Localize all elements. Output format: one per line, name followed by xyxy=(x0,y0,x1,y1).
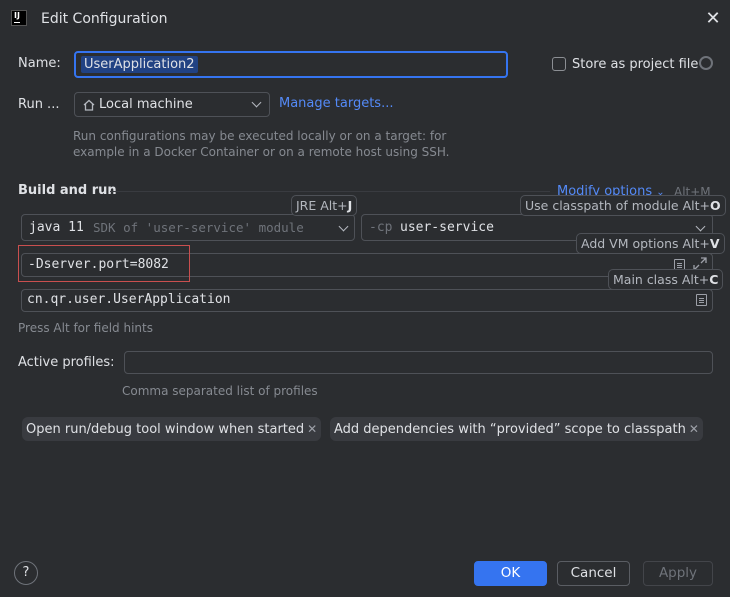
name-input[interactable]: UserApplication2 xyxy=(74,51,508,78)
jre-value: java 11 xyxy=(29,220,84,235)
close-icon[interactable]: ✕ xyxy=(703,9,723,29)
help-button[interactable]: ? xyxy=(14,561,38,585)
browse-class-icon[interactable] xyxy=(696,294,707,306)
option-chip[interactable]: Open run/debug tool window when started ✕ xyxy=(22,417,322,441)
run-on-label: Run ... xyxy=(18,97,60,112)
active-profiles-label: Active profiles: xyxy=(18,355,115,370)
field-hint: Press Alt for field hints xyxy=(18,321,153,335)
ok-button[interactable]: OK xyxy=(474,561,547,586)
active-profiles-input[interactable] xyxy=(124,351,713,374)
jre-sub: SDK of 'user-service' module xyxy=(93,220,304,235)
chevron-down-icon xyxy=(338,221,349,232)
section-divider xyxy=(110,191,550,192)
dialog-title: Edit Configuration xyxy=(41,11,168,27)
run-on-hint-line1: Run configurations may be executed local… xyxy=(73,129,447,143)
active-profiles-hint: Comma separated list of profiles xyxy=(122,384,318,398)
title-bar: IJ Edit Configuration ✕ xyxy=(0,0,730,40)
classpath-prefix: -cp xyxy=(369,220,393,235)
highlight-box xyxy=(18,245,190,282)
remove-chip-icon[interactable]: ✕ xyxy=(307,422,317,436)
chevron-down-icon xyxy=(251,97,262,108)
gear-icon[interactable] xyxy=(699,56,713,70)
store-project-checkbox[interactable] xyxy=(552,57,566,71)
chevron-down-icon xyxy=(695,221,706,232)
build-run-heading: Build and run xyxy=(18,183,117,198)
jre-tooltip: JRE Alt+J xyxy=(291,195,358,216)
main-class-tooltip: Main class Alt+C xyxy=(608,269,724,290)
intellij-app-icon: IJ xyxy=(11,10,27,26)
run-target-value: Local machine xyxy=(99,97,193,112)
apply-button[interactable]: Apply xyxy=(643,561,713,586)
home-icon xyxy=(83,99,95,111)
name-label: Name: xyxy=(18,56,61,71)
main-class-value: cn.qr.user.UserApplication xyxy=(27,292,231,307)
run-target-dropdown[interactable]: Local machine xyxy=(74,92,270,117)
vm-options-tooltip: Add VM options Alt+V xyxy=(576,233,725,254)
main-class-input[interactable]: cn.qr.user.UserApplication xyxy=(21,289,713,312)
classpath-module: user-service xyxy=(400,220,494,235)
store-project-label[interactable]: Store as project file xyxy=(572,57,698,72)
option-chip[interactable]: Add dependencies with “provided” scope t… xyxy=(330,417,703,441)
remove-chip-icon[interactable]: ✕ xyxy=(689,422,699,436)
run-on-hint-line2: example in a Docker Container or on a re… xyxy=(73,145,450,159)
jre-dropdown[interactable]: java 11 SDK of 'user-service' module xyxy=(21,214,355,241)
classpath-tooltip: Use classpath of module Alt+O xyxy=(520,195,726,216)
name-input-value: UserApplication2 xyxy=(81,56,198,73)
cancel-button[interactable]: Cancel xyxy=(557,561,630,586)
manage-targets-link[interactable]: Manage targets... xyxy=(279,96,393,111)
